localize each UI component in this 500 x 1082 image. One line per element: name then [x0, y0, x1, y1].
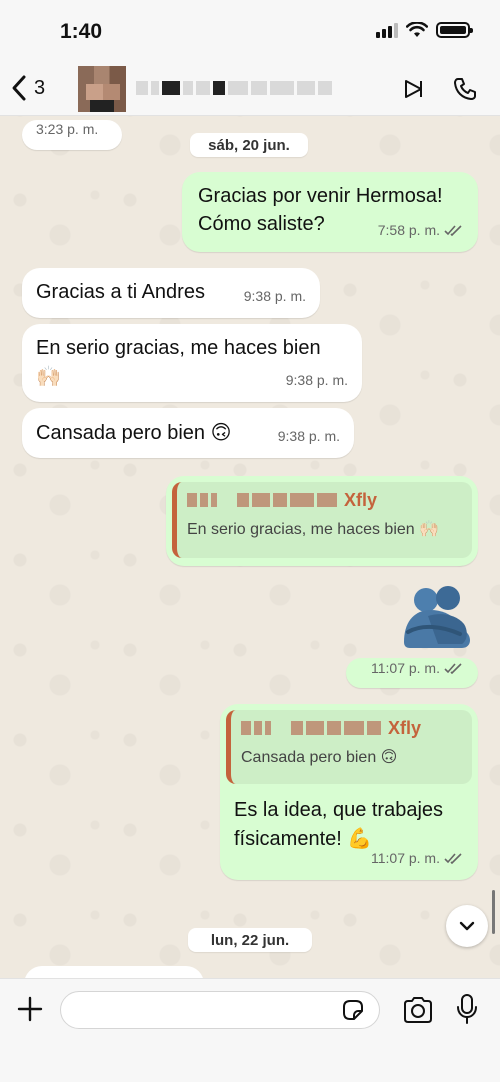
sticker-icon[interactable]: [340, 997, 366, 1023]
plus-icon[interactable]: [16, 995, 44, 1023]
chat-header: 3: [0, 62, 500, 116]
incoming-message[interactable]: Cansada pero bien 🙃 9:38 p. m.: [22, 408, 354, 458]
sticker-meta: 11:07 p. m.: [346, 658, 478, 688]
video-call-icon[interactable]: [402, 76, 428, 102]
contact-avatar[interactable]: [78, 66, 126, 112]
message-time: 3:23 p. m.: [36, 121, 99, 137]
message-text: Gracias a ti Andres: [36, 281, 205, 303]
previous-message-bubble[interactable]: 3:23 p. m.: [22, 120, 122, 150]
message-time: 9:38 p. m.: [285, 372, 348, 388]
message-input[interactable]: [60, 991, 380, 1029]
message-input-bar: [0, 978, 500, 1082]
scrollbar[interactable]: [492, 890, 495, 934]
battery-icon: [436, 22, 473, 38]
read-receipt-icon: [444, 225, 462, 236]
upside-down-face-emoji: 🙃: [210, 420, 232, 444]
flexed-biceps-emoji: 💪: [347, 826, 373, 850]
chevron-down-icon: [459, 921, 475, 931]
scroll-to-bottom-button[interactable]: [446, 905, 488, 947]
quote-author-name: Xfly: [388, 718, 422, 738]
quote-text: En serio gracias, me haces bien 🙌🏻: [187, 521, 440, 538]
back-button[interactable]: 3: [10, 74, 45, 102]
chevron-left-icon: [12, 75, 26, 101]
unread-count: 3: [34, 76, 46, 99]
microphone-icon[interactable]: [456, 993, 478, 1025]
read-receipt-icon: [444, 853, 462, 864]
message-time: 11:07 p. m.: [370, 660, 440, 676]
message-text: Cansada pero bien: [36, 422, 206, 444]
outgoing-reply-message[interactable]: Xfly Cansada pero bien 🙃 Es la idea, que…: [220, 704, 478, 880]
message-text: Es la idea, que trabajes: [234, 799, 444, 821]
message-time: 7:58 p. m.: [377, 222, 440, 238]
cellular-signal-icon: [376, 22, 398, 38]
camera-icon[interactable]: [402, 995, 434, 1025]
status-bar: 1:40: [0, 0, 500, 62]
status-icons: [376, 22, 473, 38]
read-receipt-icon: [444, 663, 462, 674]
message-time: 9:38 p. m.: [243, 288, 306, 304]
quote-author: Xfly: [241, 718, 462, 738]
message-time: 11:07 p. m.: [370, 850, 440, 866]
incoming-message[interactable]: En serio gracias, me haces bien 🙌🏻 9:38 …: [22, 324, 362, 402]
quote-text: Cansada pero bien 🙃: [241, 749, 398, 766]
message-time: 9:38 p. m.: [277, 428, 340, 444]
quoted-message[interactable]: Xfly Cansada pero bien 🙃: [226, 710, 472, 784]
hug-sticker[interactable]: [398, 584, 476, 652]
quoted-message[interactable]: Xfly En serio gracias, me haces bien 🙌🏻: [172, 482, 472, 558]
message-meta: 11:07 p. m.: [371, 844, 464, 872]
contact-name-redacted[interactable]: [136, 78, 346, 98]
date-divider: sáb, 20 jun.: [190, 133, 308, 157]
quote-author-name: Xfly: [344, 490, 378, 510]
date-divider: lun, 22 jun.: [188, 928, 312, 952]
message-text: En serio gracias, me haces bien: [36, 337, 321, 359]
outgoing-reply-message[interactable]: Xfly En serio gracias, me haces bien 🙌🏻: [166, 476, 478, 566]
quote-author: Xfly: [187, 490, 462, 510]
incoming-message[interactable]: Gracias a ti Andres 9:38 p. m.: [22, 268, 320, 318]
outgoing-message[interactable]: Gracias por venir Hermosa! Cómo saliste?…: [182, 172, 478, 252]
phone-call-icon[interactable]: [452, 76, 478, 102]
message-meta: 7:58 p. m.: [378, 216, 464, 244]
wifi-icon: [406, 22, 428, 37]
message-text: físicamente!: [234, 828, 342, 850]
message-text: Gracias por venir Hermosa!: [198, 185, 443, 207]
status-time: 1:40: [60, 20, 103, 43]
